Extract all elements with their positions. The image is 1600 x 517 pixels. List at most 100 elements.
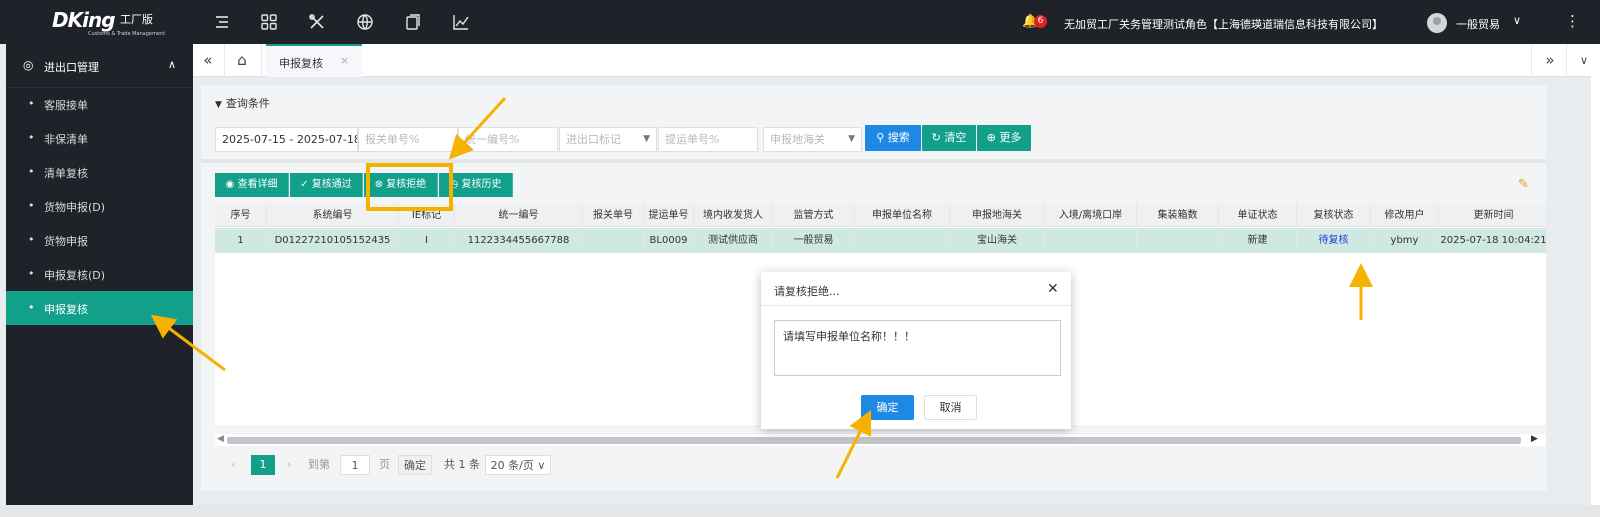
view-detail-button[interactable]: ◉ 查看详细 (215, 173, 289, 197)
bl-no-input[interactable]: 提运单号% (658, 127, 758, 152)
column-header[interactable]: 申报单位名称 (855, 204, 950, 226)
menu-icon[interactable] (213, 13, 231, 31)
sidebar-item-label: 申报复核 (44, 303, 88, 316)
query-section-title[interactable]: ▼ 查询条件 (215, 95, 270, 111)
chevron-down-icon[interactable]: ∨ (1513, 14, 1521, 27)
scroll-right-icon[interactable]: ▶ (1531, 434, 1538, 444)
more-vertical-icon[interactable]: ⋮ (1565, 12, 1580, 30)
grid-icon[interactable] (260, 13, 278, 31)
reject-review-dialog: 请复核拒绝... ✕ 请填写申报单位名称！！！ 确定 取消 (761, 272, 1071, 429)
chart-icon[interactable] (452, 13, 470, 31)
sidebar-group-import-export[interactable]: ◎ 进出口管理 ∧ (6, 44, 193, 88)
table-cell: 1 (215, 228, 267, 253)
view-detail-label: 查看详细 (237, 179, 278, 190)
username[interactable]: 一般贸易 (1456, 16, 1500, 32)
column-header[interactable]: 集装箱数 (1137, 204, 1219, 226)
chevron-up-icon: ∧ (168, 58, 177, 71)
review-pass-button[interactable]: ✓ 复核通过 (290, 173, 363, 197)
table-cell (1045, 228, 1137, 253)
table-cell: 一般贸易 (773, 228, 855, 253)
date-range-input[interactable]: 2025-07-15 - 2025-07-18 (215, 127, 358, 152)
goto-confirm-button[interactable]: 确定 (398, 455, 432, 475)
confirm-button[interactable]: 确定 (861, 395, 914, 420)
table-cell: 1122334455667788 (455, 228, 583, 253)
column-header[interactable]: 修改用户 (1371, 204, 1439, 226)
column-header[interactable]: 监管方式 (773, 204, 855, 226)
horizontal-scrollbar[interactable]: ◀ ▶ (215, 434, 1546, 446)
ie-flag-select[interactable]: 进出口标记 ▼ (559, 127, 657, 152)
column-header[interactable]: 入境/离境口岸 (1045, 204, 1137, 226)
page-size-value: 20 条/页 (490, 459, 534, 472)
double-chevron-left-icon[interactable]: « (193, 44, 223, 77)
search-button-label: 搜索 (887, 131, 910, 144)
bottom-strip (0, 505, 1600, 517)
table-cell: ybmy (1371, 228, 1439, 253)
page-size-select[interactable]: 20 条/页 ∨ (485, 455, 551, 475)
declare-customs-select[interactable]: 申报地海关 ▼ (763, 127, 862, 152)
sidebar-item-label: 客服接单 (44, 99, 88, 112)
column-header[interactable]: 序号 (215, 204, 267, 226)
scrollbar-thumb[interactable] (227, 437, 1521, 444)
sidebar-item-label: 申报复核(D) (44, 269, 106, 282)
column-header[interactable]: 统一编号 (455, 204, 583, 226)
tab-divider (1566, 44, 1567, 77)
caret-down-icon: ▼ (848, 134, 855, 144)
sidebar-item-goods-declare-d[interactable]: • 货物申报(D) (6, 189, 193, 223)
search-icon: ⚲ (876, 131, 888, 144)
double-chevron-right-icon[interactable]: » (1535, 44, 1565, 77)
company-name: 无加贸工厂关务管理测试角色【上海德瑛道瑞信息科技有限公司】 (1064, 18, 1383, 31)
chevron-right-icon[interactable]: › (287, 455, 291, 475)
close-icon[interactable]: ✕ (1047, 281, 1059, 297)
column-header[interactable]: 单证状态 (1219, 204, 1297, 226)
home-icon[interactable]: ⌂ (227, 44, 257, 77)
close-icon[interactable]: × (340, 54, 349, 67)
table-cell: BL0009 (644, 228, 694, 253)
check-circle-icon: ✓ (300, 179, 312, 190)
logo-edition: 工厂版 (120, 13, 153, 26)
reject-reason-textarea[interactable]: 请填写申报单位名称！！！ (774, 320, 1061, 376)
scroll-left-icon[interactable]: ◀ (217, 434, 224, 444)
tab-declare-review[interactable]: 申报复核 × (266, 44, 362, 77)
customs-no-input[interactable]: 报关单号% (358, 127, 458, 152)
cancel-button[interactable]: 取消 (924, 395, 977, 420)
sidebar-item-nonbonded-list[interactable]: • 非保清单 (6, 121, 193, 155)
sidebar-item-declare-review-d[interactable]: • 申报复核(D) (6, 257, 193, 291)
unified-no-input[interactable]: 统一编号% (458, 127, 558, 152)
table-cell: D01227210105152435 (267, 228, 399, 253)
total-count: 共 1 条 (444, 458, 480, 471)
table-cell: 宝山海关 (950, 228, 1045, 253)
copy-icon[interactable] (404, 13, 422, 31)
page-edge (1591, 44, 1600, 517)
clear-button[interactable]: ↻ 清空 (922, 125, 976, 151)
column-header[interactable]: 更新时间 (1439, 204, 1546, 226)
tools-icon[interactable] (308, 13, 326, 31)
tab-label: 申报复核 (279, 57, 323, 70)
sidebar-item-goods-declare[interactable]: • 货物申报 (6, 223, 193, 257)
table-row[interactable]: 1 D01227210105152435 I 1122334455667788 … (215, 228, 1546, 253)
column-header[interactable]: 境内收发货人 (694, 204, 773, 226)
dialog-divider (761, 305, 1071, 306)
sidebar-item-list-review[interactable]: • 清单复核 (6, 155, 193, 189)
edit-icon[interactable]: ✎ (1518, 177, 1529, 192)
avatar[interactable] (1427, 13, 1447, 33)
sidebar-item-declare-review[interactable]: • 申报复核 (6, 291, 193, 325)
search-button[interactable]: ⚲ 搜索 (865, 125, 921, 151)
table-cell: 2025-07-18 10:04:21 (1439, 228, 1546, 253)
sidebar-item-label: 货物申报(D) (44, 201, 106, 214)
globe-icon: ◎ (23, 58, 34, 72)
chevron-down-icon: ∨ (537, 459, 546, 472)
table-cell (855, 228, 950, 253)
column-header[interactable]: 复核状态 (1297, 204, 1371, 226)
globe-icon[interactable] (356, 13, 374, 31)
column-header[interactable]: 提运单号 (644, 204, 694, 226)
column-header[interactable]: 申报地海关 (950, 204, 1045, 226)
annotation-highlight-box (366, 163, 453, 211)
review-status-link[interactable]: 待复核 (1297, 228, 1371, 253)
goto-page-input[interactable]: 1 (340, 455, 370, 475)
chevron-left-icon[interactable]: ‹ (231, 455, 235, 475)
sidebar-group-label: 进出口管理 (44, 61, 99, 74)
more-button[interactable]: ⊕ 更多 (977, 125, 1031, 151)
page-number-current[interactable]: 1 (251, 455, 275, 475)
column-header[interactable]: 报关单号 (583, 204, 644, 226)
sidebar-item-service-order[interactable]: • 客服接单 (6, 87, 193, 121)
